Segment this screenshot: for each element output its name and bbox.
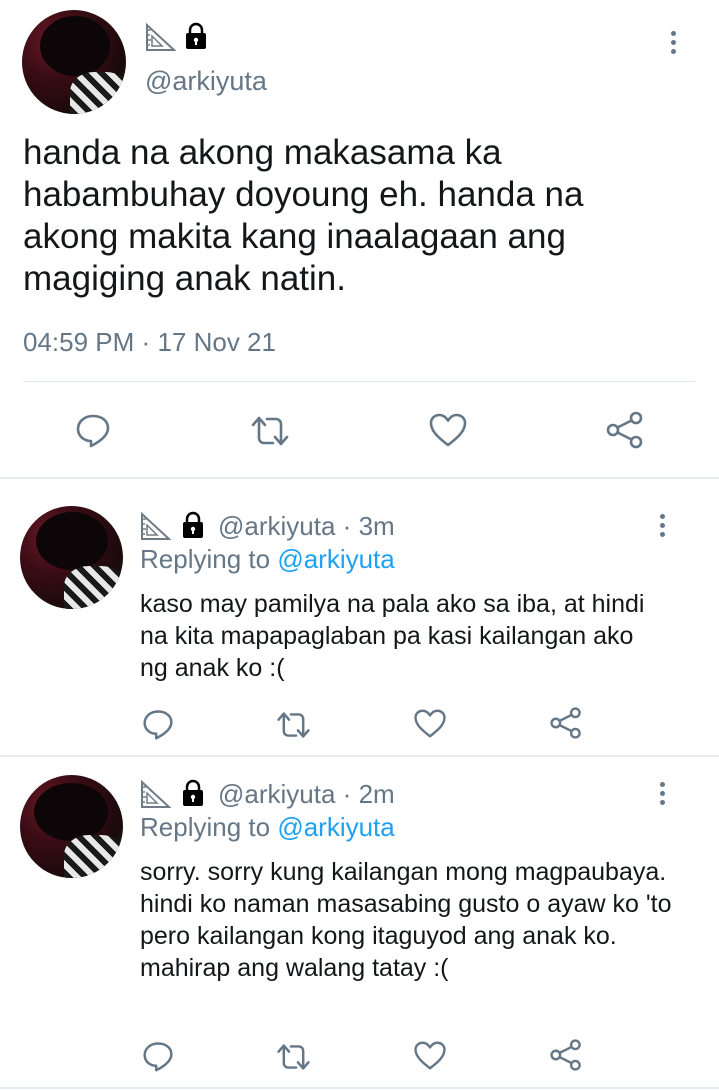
reply-icon[interactable] bbox=[142, 1040, 174, 1072]
more-options-icon[interactable] bbox=[660, 782, 665, 805]
share-icon[interactable] bbox=[549, 706, 583, 740]
retweet-icon[interactable] bbox=[275, 1042, 312, 1072]
replying-to-link[interactable]: @arkiyuta bbox=[277, 812, 394, 842]
replying-to: Replying to @arkiyuta bbox=[140, 812, 395, 843]
section-divider bbox=[0, 1087, 719, 1089]
share-icon[interactable] bbox=[605, 410, 645, 450]
section-divider bbox=[0, 477, 719, 479]
avatar[interactable] bbox=[20, 775, 123, 878]
avatar[interactable] bbox=[22, 10, 126, 114]
triangular-ruler-icon bbox=[140, 779, 172, 809]
separator: · bbox=[342, 779, 352, 809]
like-icon[interactable] bbox=[428, 412, 468, 448]
retweet-icon[interactable] bbox=[249, 414, 291, 448]
author-handle[interactable]: @arkiyuta bbox=[145, 66, 267, 97]
reply-age: 3m bbox=[358, 511, 395, 541]
share-icon[interactable] bbox=[549, 1038, 583, 1072]
tweet-time: 04:59 PM bbox=[23, 327, 135, 357]
avatar[interactable] bbox=[20, 506, 123, 609]
reply-icon[interactable] bbox=[75, 412, 111, 448]
reply-handle[interactable]: @arkiyuta bbox=[218, 779, 335, 809]
tweet-date: 17 Nov 21 bbox=[157, 327, 276, 357]
lock-icon bbox=[180, 511, 206, 539]
like-icon[interactable] bbox=[413, 1040, 447, 1071]
like-icon[interactable] bbox=[413, 708, 447, 739]
more-options-icon[interactable] bbox=[660, 514, 665, 537]
replying-prefix: Replying to bbox=[140, 812, 271, 842]
retweet-icon[interactable] bbox=[275, 710, 312, 740]
reply-handle[interactable]: @arkiyuta bbox=[218, 511, 335, 541]
tweet-timestamp: 04:59 PM · 17 Nov 21 bbox=[23, 327, 276, 358]
replying-to: Replying to @arkiyuta bbox=[140, 544, 395, 575]
section-divider bbox=[0, 755, 719, 757]
divider bbox=[23, 381, 695, 382]
replying-prefix: Replying to bbox=[140, 544, 271, 574]
reply-text: sorry. sorry kung kailangan mong magpaub… bbox=[140, 858, 672, 982]
more-options-icon[interactable] bbox=[671, 31, 676, 54]
lock-icon bbox=[180, 779, 206, 807]
triangular-ruler-icon bbox=[140, 511, 172, 541]
tweet-text: handa na akong makasama ka habambuhay do… bbox=[23, 133, 584, 298]
lock-icon bbox=[183, 22, 209, 50]
reply-text: kaso may pamilya na pala ako sa iba, at … bbox=[140, 590, 645, 682]
reply-age: 2m bbox=[358, 779, 395, 809]
name-badge bbox=[145, 22, 215, 54]
separator: · bbox=[342, 511, 352, 541]
separator: · bbox=[141, 327, 151, 357]
replying-to-link[interactable]: @arkiyuta bbox=[277, 544, 394, 574]
triangular-ruler-icon bbox=[145, 22, 177, 52]
reply-icon[interactable] bbox=[142, 708, 174, 740]
